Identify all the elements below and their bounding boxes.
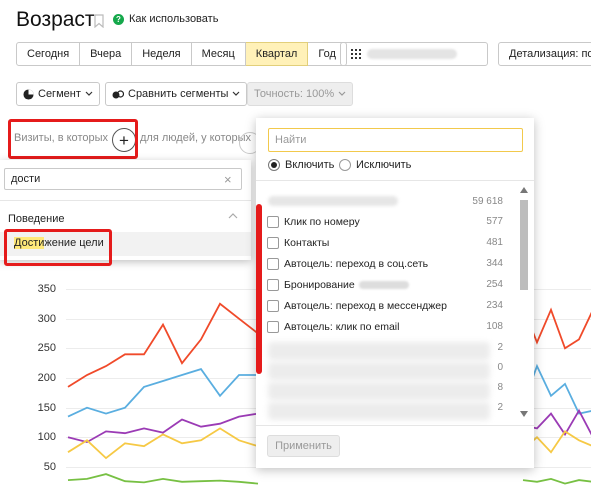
chevron-up-icon[interactable]: [228, 212, 238, 220]
row-value: 59 618: [472, 196, 503, 207]
people-condition-label: для людей, у которых: [140, 132, 251, 144]
scrollbar-thumb[interactable]: [520, 200, 528, 290]
date-range-picker[interactable]: [340, 42, 488, 66]
include-radio[interactable]: Включить: [268, 159, 334, 171]
howto-link[interactable]: ? Как использовать: [113, 13, 218, 25]
highlight-box: [4, 229, 112, 266]
row-value: 254: [486, 279, 503, 290]
series-line-blue: [67, 368, 258, 418]
compare-segments-button[interactable]: Сравнить сегменты: [105, 82, 248, 106]
redacted-label: [268, 196, 398, 206]
series-line-green: [522, 477, 591, 485]
redacted-row: [268, 382, 490, 400]
row-value: 0: [497, 362, 503, 373]
chevron-down-icon: [232, 91, 240, 96]
row-value: 108: [486, 321, 503, 332]
checkbox[interactable]: [267, 258, 279, 270]
scroll-down-icon[interactable]: [520, 411, 528, 417]
radio-unchecked: [339, 159, 351, 171]
tab-yesterday[interactable]: Вчера: [80, 42, 133, 66]
accuracy-button[interactable]: Точность: 100%: [247, 82, 354, 106]
divider: [0, 200, 251, 201]
segment-label: Сегмент: [38, 88, 81, 100]
compare-icon: [112, 89, 124, 98]
row-label: Автоцель: переход в мессенджер: [284, 300, 447, 312]
group-behavior[interactable]: Поведение: [8, 213, 65, 225]
tab-week[interactable]: Неделя: [132, 42, 192, 66]
divider: [256, 180, 534, 181]
radio-checked: [268, 159, 280, 171]
row-label: Контакты: [284, 237, 330, 249]
include-label: Включить: [285, 159, 335, 171]
redacted-text: [358, 281, 409, 290]
calendar-icon: [351, 49, 361, 59]
checkbox[interactable]: [267, 321, 279, 333]
exclude-label: Исключить: [356, 159, 412, 171]
tab-today[interactable]: Сегодня: [16, 42, 81, 66]
row-value: 2: [497, 342, 503, 353]
segment-button[interactable]: Сегмент: [16, 82, 100, 106]
row-value: 8: [497, 382, 503, 393]
help-icon: ?: [113, 13, 124, 25]
series-line-purple: [67, 412, 259, 444]
checkbox[interactable]: [267, 300, 279, 312]
checkbox[interactable]: [267, 216, 279, 228]
chevron-down-icon: [338, 91, 346, 96]
accuracy-label: Точность: 100%: [254, 88, 335, 100]
scroll-up-icon[interactable]: [520, 187, 528, 193]
apply-button[interactable]: Применить: [267, 435, 340, 457]
bookmark-icon[interactable]: [94, 14, 104, 28]
compare-label: Сравнить сегменты: [128, 88, 229, 100]
chevron-down-icon: [85, 91, 93, 96]
highlight-box: [8, 119, 138, 159]
tab-month[interactable]: Месяц: [191, 42, 246, 66]
highlight-bar: [256, 204, 262, 374]
checkbox[interactable]: [267, 279, 279, 291]
redacted-row: [268, 342, 490, 360]
clear-icon[interactable]: ×: [224, 172, 232, 187]
divider: [256, 425, 534, 426]
series-line-red: [67, 302, 259, 388]
row-value: 577: [486, 216, 503, 227]
row-value: 481: [486, 237, 503, 248]
row-label: Автоцель: клик по email: [284, 321, 400, 333]
period-selector: Сегодня Вчера Неделя Месяц Квартал Год: [16, 42, 347, 66]
date-range-redacted: [367, 49, 457, 59]
pie-icon: [23, 88, 34, 100]
metric-search-input[interactable]: дости: [4, 168, 242, 190]
redacted-row: [268, 402, 490, 420]
redacted-row: [268, 362, 490, 380]
row-value: 2: [497, 402, 503, 413]
row-label: Бронирование: [284, 279, 409, 291]
howto-label: Как использовать: [129, 13, 219, 25]
tab-quarter[interactable]: Квартал: [245, 42, 309, 66]
row-value: 344: [486, 258, 503, 269]
checkbox[interactable]: [267, 237, 279, 249]
row-label: Автоцель: переход в соц.сеть: [284, 258, 429, 270]
row-label: Клик по номеру: [284, 216, 360, 228]
exclude-radio[interactable]: Исключить: [339, 159, 411, 171]
detail-selector[interactable]: Детализация: по: [498, 42, 591, 66]
series-line-green: [67, 473, 259, 485]
find-input[interactable]: Найти: [268, 128, 523, 152]
row-value: 234: [486, 300, 503, 311]
page-title: Возраст: [16, 8, 95, 31]
